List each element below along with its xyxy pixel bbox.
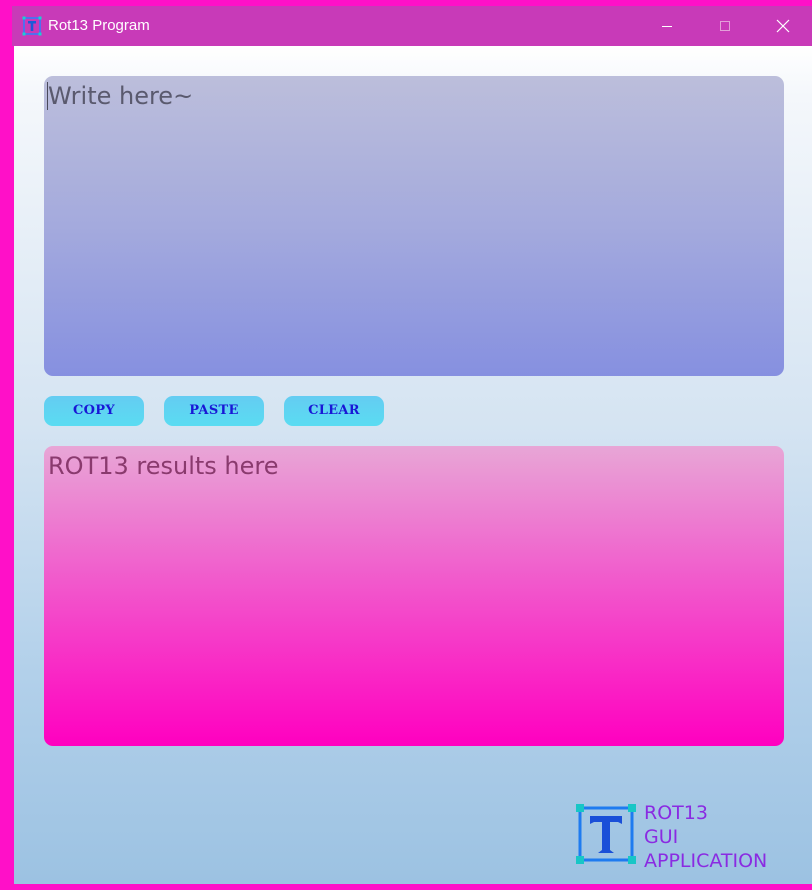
title-bar[interactable]: Rot13 Program: [12, 6, 812, 46]
brand-line-3: APPLICATION: [644, 850, 768, 872]
maximize-button[interactable]: [696, 6, 754, 46]
window-title: Rot13 Program: [48, 17, 150, 34]
app-window: Rot13 Program Write here~ COPY PASTE CLE…: [0, 0, 812, 890]
input-placeholder: Write here~: [48, 82, 194, 110]
client-area: Write here~ COPY PASTE CLEAR ROT13 resul…: [14, 46, 812, 884]
clear-button[interactable]: CLEAR: [284, 396, 384, 426]
output-placeholder: ROT13 results here: [48, 452, 279, 480]
input-textarea[interactable]: Write here~: [44, 76, 784, 376]
brand-logo-icon: [576, 804, 636, 866]
close-button[interactable]: [754, 6, 812, 46]
paste-button[interactable]: PASTE: [164, 396, 264, 426]
copy-button[interactable]: COPY: [44, 396, 144, 426]
brand-text: ROT13 GUI APPLICATION: [644, 801, 767, 873]
brand-line-2: GUI: [644, 826, 679, 848]
output-textarea[interactable]: ROT13 results here: [44, 446, 784, 746]
app-t-icon: [22, 16, 42, 36]
minimize-button[interactable]: [638, 6, 696, 46]
brand-line-1: ROT13: [644, 802, 708, 824]
